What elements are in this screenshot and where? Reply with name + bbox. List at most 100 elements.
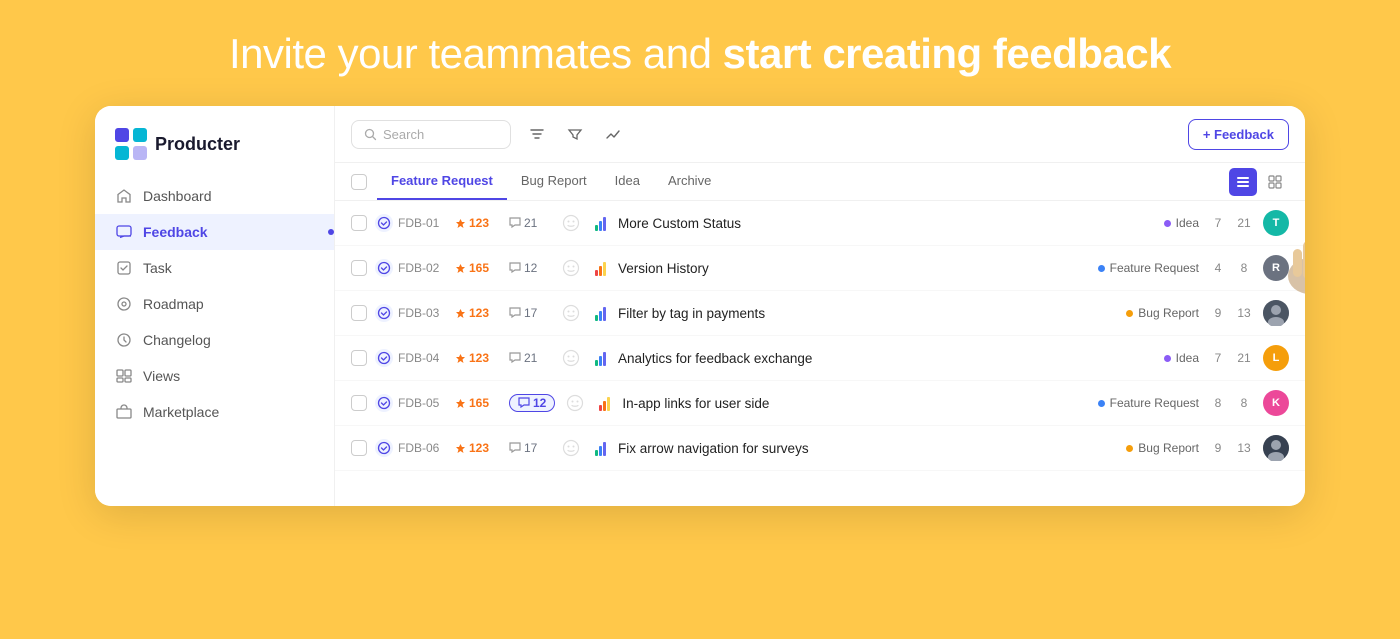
tab-bug-report[interactable]: Bug Report: [507, 163, 601, 200]
row-title: In-app links for user side: [622, 396, 1089, 411]
row-meta: Bug Report 9 13: [1126, 435, 1289, 461]
chart-bar: [607, 397, 610, 411]
sidebar-label-feedback: Feedback: [143, 224, 208, 240]
sidebar-item-changelog[interactable]: Changelog: [95, 322, 334, 358]
comment-count: 12: [509, 394, 555, 412]
row-id: FDB-03: [398, 306, 439, 320]
count1: 9: [1211, 306, 1225, 320]
row-checkbox[interactable]: [351, 260, 367, 276]
task-icon: [115, 259, 133, 277]
tag-label: Feature Request: [1098, 261, 1199, 275]
tab-feature-request[interactable]: Feature Request: [377, 163, 507, 200]
avatar: R: [1263, 255, 1289, 281]
chart-bar: [595, 450, 598, 456]
row-title: More Custom Status: [618, 216, 1156, 231]
chart-icon: [595, 305, 606, 321]
avatar: [1263, 435, 1289, 461]
row-checkbox[interactable]: [351, 350, 367, 366]
count1: 4: [1211, 261, 1225, 275]
sidebar-item-views[interactable]: Views: [95, 358, 334, 394]
sidebar-item-dashboard[interactable]: Dashboard: [95, 178, 334, 214]
row-id-badge: FDB-06: [375, 439, 447, 457]
view-icons: [1229, 168, 1289, 196]
row-checkbox[interactable]: [351, 215, 367, 231]
row-id-badge: FDB-03: [375, 304, 447, 322]
chart-bar: [595, 225, 598, 231]
sidebar: Producter Dashboard Feedback Task: [95, 106, 335, 506]
sidebar-item-feedback[interactable]: Feedback: [95, 214, 334, 250]
table-row[interactable]: FDB-03 123 17 Filter by tag in payments …: [335, 291, 1305, 336]
status-circle: [375, 349, 393, 367]
list-view-button[interactable]: [1229, 168, 1257, 196]
chart-bar: [599, 266, 602, 276]
avatar: K: [1263, 390, 1289, 416]
grid-view-button[interactable]: [1261, 168, 1289, 196]
filter-button[interactable]: [559, 118, 591, 150]
sidebar-item-roadmap[interactable]: Roadmap: [95, 286, 334, 322]
table-row[interactable]: FDB-04 123 21 Analytics for feedback exc…: [335, 336, 1305, 381]
tag-label: Feature Request: [1098, 396, 1199, 410]
row-checkbox[interactable]: [351, 395, 367, 411]
sidebar-label-views: Views: [143, 368, 180, 384]
count2: 8: [1237, 396, 1251, 410]
sidebar-label-marketplace: Marketplace: [143, 404, 219, 420]
chart-icon: [599, 395, 610, 411]
tag-text: Bug Report: [1138, 441, 1199, 455]
row-title: Version History: [618, 261, 1090, 276]
table-row[interactable]: FDB-05 165 12 In-app links for user side…: [335, 381, 1305, 426]
tag-text: Bug Report: [1138, 306, 1199, 320]
views-icon: [115, 367, 133, 385]
chart-bar: [595, 270, 598, 276]
sidebar-label-changelog: Changelog: [143, 332, 211, 348]
chart-bar: [599, 311, 602, 321]
feedback-icon: [115, 223, 133, 241]
select-all-checkbox[interactable]: [351, 174, 367, 190]
tag-text: Idea: [1176, 351, 1199, 365]
emoji-reaction: [559, 436, 583, 460]
row-title: Analytics for feedback exchange: [618, 351, 1156, 366]
chart-bar: [603, 262, 606, 276]
status-circle: [375, 439, 393, 457]
hero-title: Invite your teammates and start creating…: [229, 30, 1171, 78]
chart-icon: [595, 260, 606, 276]
sidebar-item-marketplace[interactable]: Marketplace: [95, 394, 334, 430]
table-row[interactable]: FDB-02 165 12 Version History Feature Re…: [335, 246, 1305, 291]
row-checkbox[interactable]: [351, 305, 367, 321]
tag-text: Feature Request: [1110, 261, 1199, 275]
row-id: FDB-04: [398, 351, 439, 365]
feedback-button[interactable]: + Feedback: [1188, 119, 1289, 150]
tab-idea[interactable]: Idea: [601, 163, 654, 200]
chart-bar: [603, 352, 606, 366]
tag-dot: [1098, 400, 1105, 407]
row-checkbox[interactable]: [351, 440, 367, 456]
table-row[interactable]: FDB-01 123 21 More Custom Status Idea 7 …: [335, 201, 1305, 246]
status-circle: [375, 214, 393, 232]
filter-columns-button[interactable]: [521, 118, 553, 150]
table-row[interactable]: FDB-06 123 17 Fix arrow navigation for s…: [335, 426, 1305, 471]
tab-archive[interactable]: Archive: [654, 163, 725, 200]
count1: 7: [1211, 351, 1225, 365]
chart-bar: [595, 360, 598, 366]
search-box[interactable]: Search: [351, 120, 511, 149]
row-id-badge: FDB-01: [375, 214, 447, 232]
chart-bar: [599, 356, 602, 366]
tag-dot: [1098, 265, 1105, 272]
emoji-reaction: [563, 391, 587, 415]
comment-count: 17: [509, 441, 551, 455]
emoji-reaction: [559, 256, 583, 280]
tag-label: Bug Report: [1126, 441, 1199, 455]
status-circle: [375, 304, 393, 322]
chart-bar: [599, 405, 602, 411]
vote-count: 165: [455, 261, 501, 275]
logo-area: Producter: [95, 122, 334, 178]
sidebar-label-roadmap: Roadmap: [143, 296, 204, 312]
logo-icon: [115, 128, 147, 160]
sidebar-label-task: Task: [143, 260, 172, 276]
chart-bar: [603, 307, 606, 321]
trend-button[interactable]: [597, 118, 629, 150]
count1: 7: [1211, 216, 1225, 230]
tag-dot: [1164, 355, 1171, 362]
count2: 8: [1237, 261, 1251, 275]
status-circle: [375, 259, 393, 277]
sidebar-item-task[interactable]: Task: [95, 250, 334, 286]
